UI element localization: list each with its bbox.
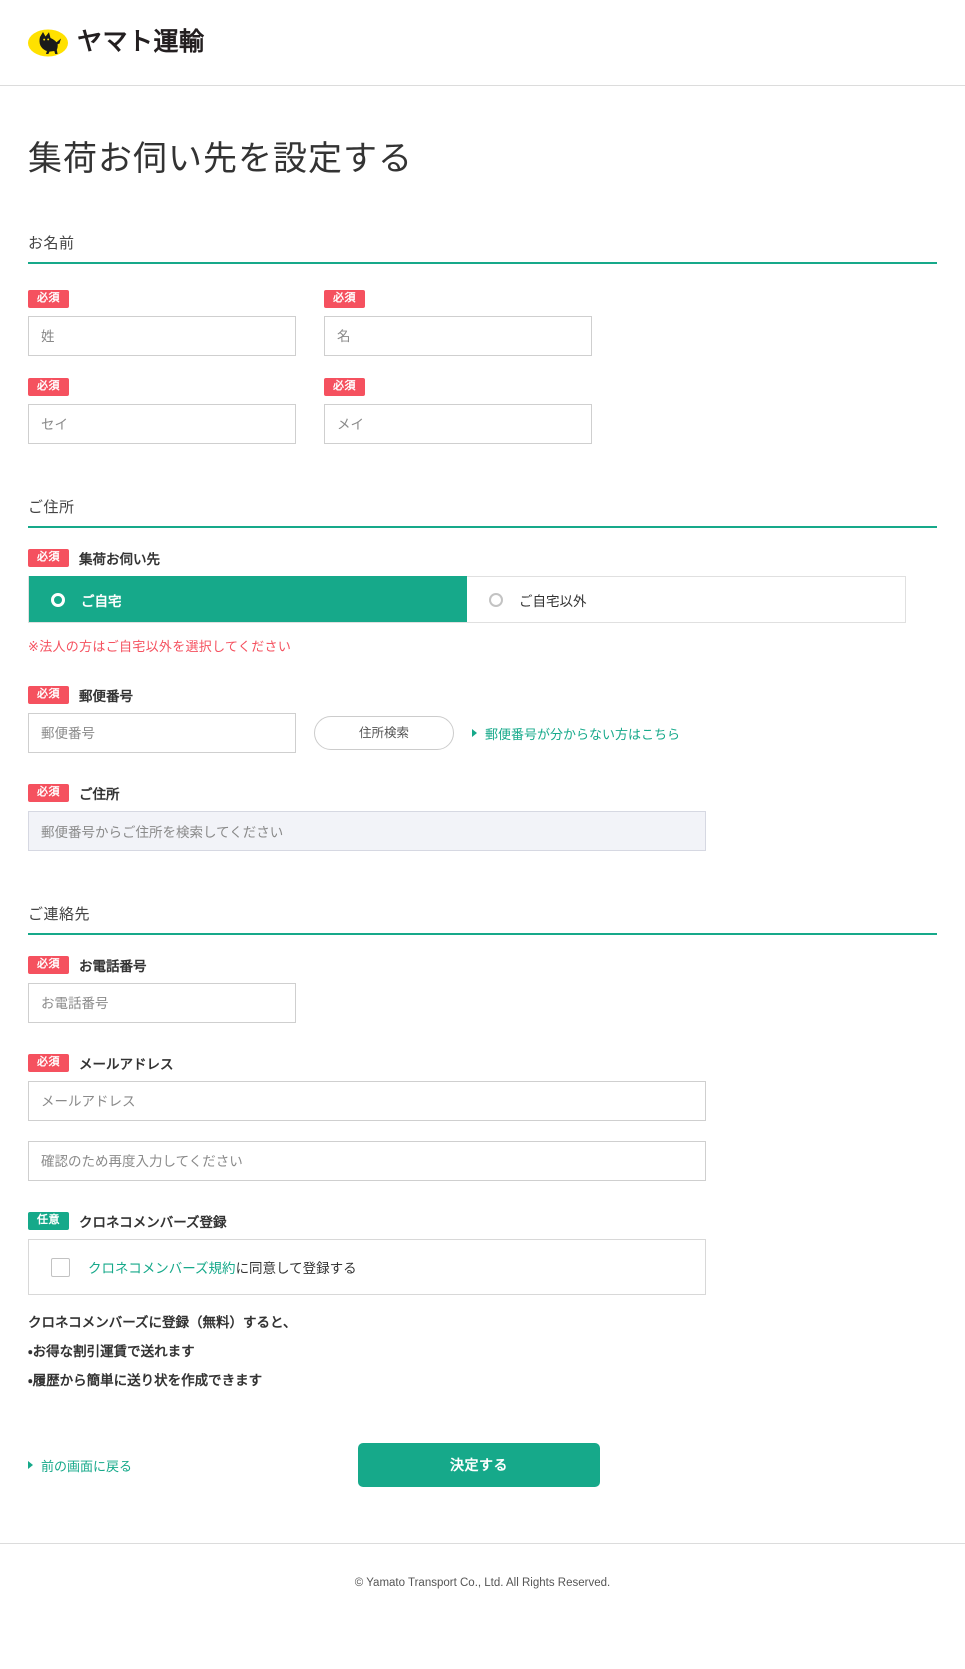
first-name-kana-input[interactable] bbox=[324, 404, 592, 444]
site-footer: © Yamato Transport Co., Ltd. All Rights … bbox=[0, 1543, 965, 1622]
field-first-name: 必須 bbox=[324, 290, 592, 356]
members-agree-panel[interactable]: クロネコメンバーズ規約に同意して登録する bbox=[28, 1239, 706, 1295]
radio-unselected-icon bbox=[489, 592, 503, 607]
field-first-name-kana: 必須 bbox=[324, 378, 592, 444]
section-header-address: ご住所 bbox=[28, 496, 937, 528]
email-input[interactable] bbox=[28, 1081, 706, 1121]
section-header-contact: ご連絡先 bbox=[28, 903, 937, 935]
first-name-input[interactable] bbox=[324, 316, 592, 356]
field-label-first-name-kana: 必須 bbox=[324, 378, 592, 396]
address-search-button[interactable]: 住所検索 bbox=[314, 716, 454, 750]
email-confirm-input[interactable] bbox=[28, 1141, 706, 1181]
submit-button[interactable]: 決定する bbox=[358, 1443, 600, 1487]
field-label-last-name: 必須 bbox=[28, 290, 296, 308]
zip-help-link-label: 郵便番号が分からない方はこちら bbox=[485, 726, 681, 742]
required-badge: 必須 bbox=[28, 378, 69, 396]
form-action-row: 前の画面に戻る 決定する bbox=[28, 1443, 937, 1487]
address-label: ご住所 bbox=[79, 787, 120, 802]
field-label-last-name-kana: 必須 bbox=[28, 378, 296, 396]
zip-help-link[interactable]: 郵便番号が分からない方はこちら bbox=[472, 724, 680, 743]
required-badge: 必須 bbox=[28, 956, 69, 974]
section-title-contact: ご連絡先 bbox=[28, 906, 91, 923]
last-name-input[interactable] bbox=[28, 316, 296, 356]
required-badge: 必須 bbox=[28, 549, 69, 567]
radio-option-home[interactable]: ご自宅 bbox=[29, 576, 467, 622]
section-title-address: ご住所 bbox=[28, 499, 75, 516]
field-label-members: 任意 クロネコメンバーズ登録 bbox=[28, 1211, 937, 1231]
required-badge: 必須 bbox=[324, 290, 365, 308]
triangle-right-icon bbox=[472, 729, 477, 737]
yamato-cat-logo-icon bbox=[28, 29, 68, 57]
pickup-location-label: 集荷お伺い先 bbox=[79, 552, 160, 567]
name-row-kana: 必須 必須 bbox=[28, 378, 937, 444]
field-last-name-kana: 必須 bbox=[28, 378, 296, 444]
triangle-right-icon bbox=[28, 1461, 33, 1469]
required-badge: 必須 bbox=[28, 784, 69, 802]
required-badge: 必須 bbox=[28, 686, 69, 704]
brand-name: ヤマト運輸 bbox=[77, 28, 205, 56]
phone-group: 必須 お電話番号 bbox=[28, 955, 937, 1023]
field-label-email: 必須 メールアドレス bbox=[28, 1053, 937, 1073]
email-label: メールアドレス bbox=[79, 1057, 174, 1072]
zip-label: 郵便番号 bbox=[79, 689, 133, 704]
required-badge: 必須 bbox=[28, 290, 69, 308]
zip-group: 必須 郵便番号 住所検索 郵便番号が分からない方はこちら bbox=[28, 685, 937, 753]
email-group: 必須 メールアドレス bbox=[28, 1053, 937, 1181]
members-benefit-lead: クロネコメンバーズに登録（無料）すると、 bbox=[28, 1315, 297, 1330]
phone-input[interactable] bbox=[28, 983, 296, 1023]
site-header: ヤマト運輸 bbox=[0, 0, 965, 86]
members-agree-rest: に同意して登録する bbox=[235, 1261, 357, 1276]
name-row-kanji: 必須 必須 bbox=[28, 290, 937, 356]
field-label-pickup-location: 必須 集荷お伺い先 bbox=[28, 548, 937, 568]
members-terms-link[interactable]: クロネコメンバーズ規約 bbox=[88, 1261, 236, 1276]
zip-row: 住所検索 郵便番号が分からない方はこちら bbox=[28, 713, 937, 753]
field-label-zip: 必須 郵便番号 bbox=[28, 685, 937, 705]
pickup-location-group: 必須 集荷お伺い先 ご自宅 ご自宅以外 ※法人の方はご自宅以外を選択してください bbox=[28, 548, 937, 655]
zip-input[interactable] bbox=[28, 713, 296, 753]
members-agree-label: クロネコメンバーズ規約に同意して登録する bbox=[88, 1257, 357, 1277]
radio-selected-icon bbox=[51, 592, 65, 607]
required-badge: 必須 bbox=[324, 378, 365, 396]
brand-logo[interactable]: ヤマト運輸 bbox=[28, 29, 205, 57]
copyright-text: © Yamato Transport Co., Ltd. All Rights … bbox=[354, 1577, 611, 1589]
back-link-label: 前の画面に戻る bbox=[41, 1458, 133, 1474]
page-title: 集荷お伺い先を設定する bbox=[28, 140, 413, 178]
radio-label-other: ご自宅以外 bbox=[519, 593, 587, 609]
radio-option-other[interactable]: ご自宅以外 bbox=[467, 576, 905, 622]
field-label-address: 必須 ご住所 bbox=[28, 783, 937, 803]
corporate-warning-text: ※法人の方はご自宅以外を選択してください bbox=[28, 639, 292, 654]
address-disabled-field: 郵便番号からご住所を検索してください bbox=[28, 811, 706, 851]
address-group: 必須 ご住所 郵便番号からご住所を検索してください bbox=[28, 783, 937, 851]
field-last-name: 必須 bbox=[28, 290, 296, 356]
address-disabled-text: 郵便番号からご住所を検索してください bbox=[41, 825, 284, 840]
pickup-location-radio-group: ご自宅 ご自宅以外 bbox=[28, 576, 906, 623]
page-root: ヤマト運輸 集荷お伺い先を設定する お名前 必須 必須 bbox=[0, 0, 965, 1622]
radio-label-home: ご自宅 bbox=[81, 593, 122, 609]
optional-badge: 任意 bbox=[28, 1212, 69, 1230]
back-link[interactable]: 前の画面に戻る bbox=[28, 1456, 132, 1475]
required-badge: 必須 bbox=[28, 1054, 69, 1072]
members-benefit-item: ・履歴から簡単に送り状を作成できます bbox=[28, 1373, 263, 1388]
back-link-wrap: 前の画面に戻る bbox=[28, 1456, 358, 1475]
section-title-name: お名前 bbox=[28, 235, 75, 252]
main-content: 集荷お伺い先を設定する お名前 必須 必須 必須 bbox=[0, 131, 965, 1487]
members-group: 任意 クロネコメンバーズ登録 クロネコメンバーズ規約に同意して登録する クロネコ… bbox=[28, 1211, 937, 1389]
section-header-name: お名前 bbox=[28, 232, 937, 264]
email-confirm-wrap bbox=[28, 1141, 937, 1181]
members-benefit-item: ・お得な割引運賃で送れます bbox=[28, 1344, 195, 1359]
last-name-kana-input[interactable] bbox=[28, 404, 296, 444]
members-label: クロネコメンバーズ登録 bbox=[79, 1215, 227, 1230]
field-label-phone: 必須 お電話番号 bbox=[28, 955, 937, 975]
field-label-first-name: 必須 bbox=[324, 290, 592, 308]
phone-label: お電話番号 bbox=[79, 959, 147, 974]
members-agree-checkbox[interactable] bbox=[51, 1257, 70, 1277]
